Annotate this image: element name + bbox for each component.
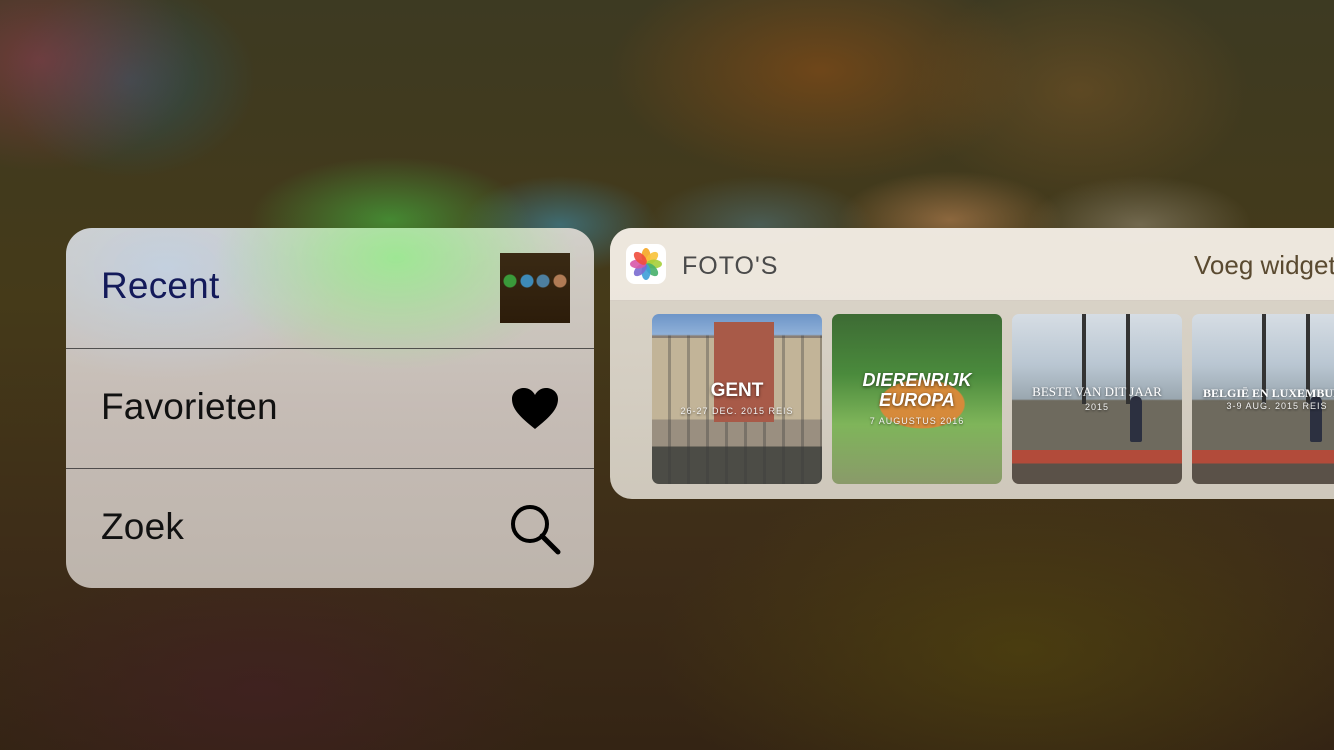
widget-app-name: FOTO'S [682, 252, 779, 280]
album-belgie-en-luxemburg[interactable]: BELGIË EN LUXEMBURG 3-9 AUG. 2015 REIS [1192, 314, 1334, 484]
album-subtitle: 3-9 AUG. 2015 REIS [1226, 401, 1328, 411]
search-icon [511, 505, 561, 555]
quick-action-label: Recent [101, 265, 220, 306]
photos-app-icon [626, 244, 666, 284]
quick-action-recent[interactable]: Recent [66, 228, 594, 348]
quick-action-label: Favorieten [101, 386, 278, 427]
album-beste-van-dit-jaar[interactable]: BESTE VAN DIT JAAR 2015 [1012, 314, 1182, 484]
album-subtitle: 7 AUGUSTUS 2016 [869, 416, 965, 426]
add-widget-button[interactable]: Voeg widget toe [1194, 250, 1334, 281]
album-title: DIERENRIJK EUROPA [862, 370, 972, 410]
recent-photo-thumbnail [500, 253, 570, 323]
album-title: BELGIË EN LUXEMBURG [1202, 386, 1334, 400]
photos-widget: FOTO'S Voeg widget toe GENT 26-27 DEC. 2… [610, 228, 1334, 499]
album-subtitle: 2015 [1084, 402, 1110, 412]
album-gent[interactable]: GENT 26-27 DEC. 2015 REIS [652, 314, 822, 484]
heart-icon [512, 388, 558, 429]
widget-header: FOTO'S Voeg widget toe [610, 228, 1334, 301]
quick-action-zoek[interactable]: Zoek [66, 468, 594, 588]
album-subtitle: 26-27 DEC. 2015 REIS [680, 406, 794, 416]
quick-action-label: Zoek [101, 506, 185, 547]
quick-action-favorieten[interactable]: Favorieten [66, 348, 594, 469]
album-title: GENT [710, 380, 764, 401]
album-dierenrijk-europa[interactable]: DIERENRIJK EUROPA 7 AUGUSTUS 2016 [832, 314, 1002, 484]
quick-actions-menu: Recent Favorieten Zoek [66, 228, 594, 588]
album-title: BESTE VAN DIT JAAR [1032, 384, 1162, 399]
